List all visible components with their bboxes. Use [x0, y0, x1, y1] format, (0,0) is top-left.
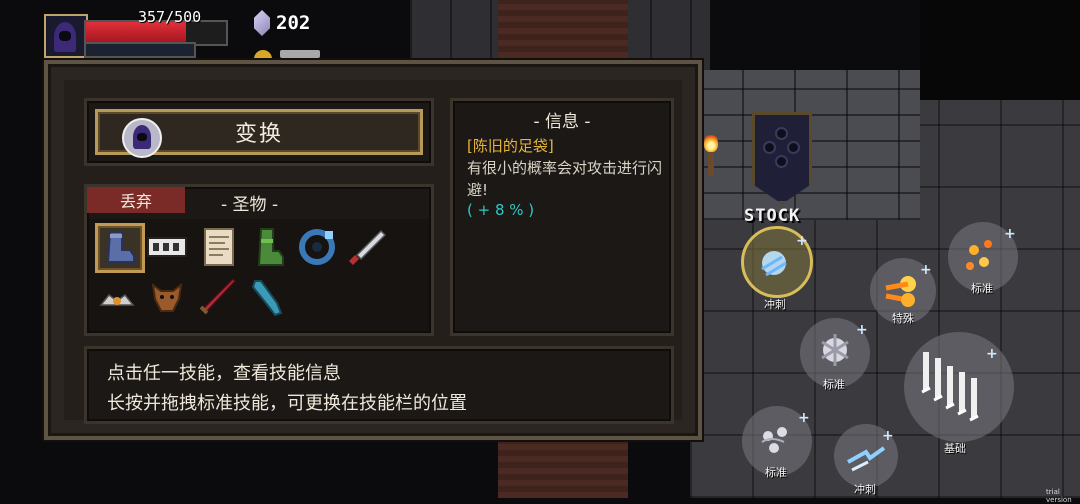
transform-button[interactable]: 变换	[95, 109, 423, 158]
dagger-icon[interactable]	[345, 225, 389, 269]
item-effect: ( + 8 % )	[467, 201, 535, 219]
panel-inner: 变换 - 信息 - [陈旧的足袋] 有很小的概率会对攻击进行闪避! ( + 8 …	[64, 80, 682, 424]
green-boot-icon[interactable]	[247, 225, 291, 269]
item-description: 有很小的概率会对攻击进行闪避!	[467, 159, 663, 199]
relics-title: - 圣物 -	[221, 195, 279, 215]
tape-icon[interactable]	[145, 225, 189, 269]
relics-grid	[89, 219, 429, 331]
stock-label: STOCK	[744, 206, 801, 226]
skill-label-standard-2: 标准	[823, 378, 845, 391]
skill-label-dash-1: 冲刺	[764, 298, 786, 311]
coin-count-obscured	[280, 50, 320, 58]
carpet-bottom	[498, 430, 628, 498]
mana-bar	[84, 42, 196, 58]
help-section: 点击任一技能，查看技能信息 长按并拖拽标准技能，可更换在技能栏的位置	[84, 346, 674, 424]
skill-label-basic: 基础	[944, 442, 966, 455]
health-text: 357/500	[138, 8, 202, 26]
transform-section: 变换	[84, 98, 434, 166]
help-line-2: 长按并拖拽标准技能，可更换在技能栏的位置	[107, 393, 467, 414]
skill-dash-2[interactable]: +	[834, 424, 898, 488]
help-line-1: 点击任一技能，查看技能信息	[107, 363, 341, 384]
skill-basic[interactable]: +	[904, 332, 1014, 442]
character-avatar-icon	[122, 118, 162, 158]
skill-label-standard-3: 标准	[765, 466, 787, 479]
red-sword-icon[interactable]	[195, 275, 239, 319]
blue-glove-icon[interactable]	[245, 275, 289, 319]
torch-icon	[700, 120, 722, 180]
skill-dash-1[interactable]: +	[741, 226, 813, 298]
item-name: [陈旧的足袋]	[467, 137, 554, 155]
boot-icon[interactable]	[95, 223, 145, 273]
info-title: - 信息 -	[533, 112, 591, 132]
spiked-crown-icon[interactable]	[95, 277, 139, 321]
gem-count: 202	[276, 12, 311, 34]
skill-label-standard-1: 标准	[971, 282, 993, 295]
scroll-icon[interactable]	[197, 225, 241, 269]
info-section: - 信息 - [陈旧的足袋] 有很小的概率会对攻击进行闪避! ( + 8 % )	[450, 98, 674, 336]
inventory-panel: 变换 - 信息 - [陈旧的足袋] 有很小的概率会对攻击进行闪避! ( + 8 …	[44, 60, 702, 440]
transform-label: 变换	[234, 122, 283, 147]
relics-section: 丢弃 - 圣物 -	[84, 184, 434, 336]
skill-label-special: 特殊	[892, 312, 914, 325]
trial-watermark: trial version	[1046, 488, 1072, 504]
blue-ring-icon[interactable]	[295, 225, 339, 269]
boar-head-icon[interactable]	[145, 275, 189, 319]
skill-label-dash-2: 冲刺	[854, 483, 876, 496]
player-portrait	[44, 14, 88, 58]
discard-tab[interactable]: 丢弃	[87, 187, 185, 213]
